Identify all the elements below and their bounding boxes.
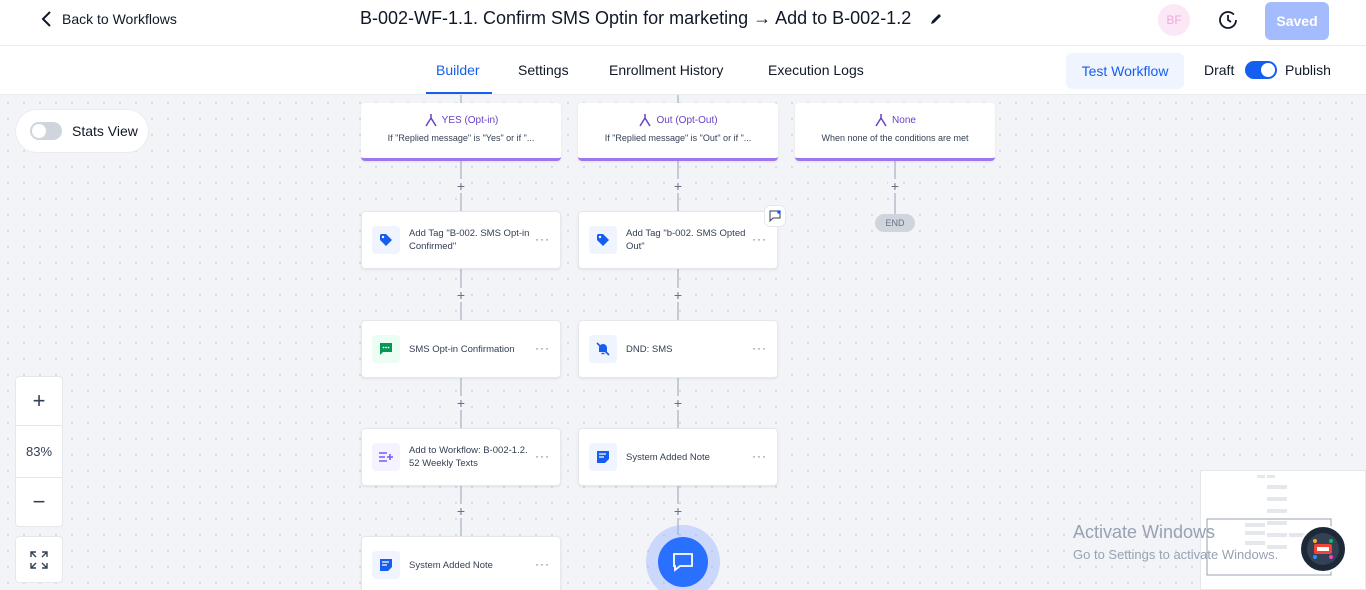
branch-desc: When none of the conditions are met: [821, 133, 969, 143]
branch-title: None: [795, 113, 995, 127]
node-label: Add Tag "b-002. SMS Opted Out": [626, 228, 746, 252]
chat-bubble-icon: [673, 553, 693, 572]
add-step-plus-icon[interactable]: +: [454, 288, 468, 302]
node-label: System Added Note: [626, 451, 710, 463]
node-label: Add Tag "B-002. SMS Opt-in Confirmed": [409, 228, 530, 252]
test-workflow-button[interactable]: Test Workflow: [1066, 53, 1184, 89]
split-icon: [875, 114, 887, 127]
pencil-icon[interactable]: [929, 12, 943, 26]
end-node: END: [875, 214, 915, 232]
sub-bar: Builder Settings Enrollment History Exec…: [0, 46, 1366, 95]
more-options-icon[interactable]: ···: [535, 232, 550, 246]
branch-title: Out (Opt-Out): [578, 113, 778, 127]
note-icon: [372, 551, 400, 579]
more-options-icon[interactable]: ···: [752, 341, 767, 355]
more-options-icon[interactable]: ···: [752, 449, 767, 463]
note-icon: [589, 443, 617, 471]
widget-logo-icon: [1307, 533, 1339, 565]
add-step-plus-icon[interactable]: +: [671, 179, 685, 193]
zoom-out-button[interactable]: −: [16, 478, 62, 526]
avatar[interactable]: BF: [1158, 4, 1190, 36]
stats-view-toggle[interactable]: Stats View: [15, 109, 149, 153]
node-label: Add to Workflow: B-002-1.2. 52 Weekly Te…: [409, 445, 528, 469]
fit-view-button[interactable]: [15, 536, 63, 583]
branch-title: YES (Opt-in): [361, 113, 561, 127]
more-options-icon[interactable]: ···: [752, 232, 767, 246]
add-step-plus-icon[interactable]: +: [671, 504, 685, 518]
more-options-icon[interactable]: ···: [535, 449, 550, 463]
tag-icon: [372, 226, 400, 254]
action-node[interactable]: Add Tag "b-002. SMS Opted Out" ···: [578, 211, 778, 269]
minimap-preview: [1206, 475, 1332, 576]
action-node[interactable]: Add Tag "B-002. SMS Opt-in Confirmed" ··…: [361, 211, 561, 269]
activate-windows-title: Activate Windows: [1073, 522, 1216, 542]
zoom-level: 83%: [16, 425, 62, 478]
workflow-canvas[interactable]: Stats View YES (Opt-in) If "Replied mess…: [0, 95, 1366, 590]
action-node[interactable]: SMS Opt-in Confirmation ···: [361, 320, 561, 378]
node-label: System Added Note: [409, 559, 493, 571]
draft-label: Draft: [1204, 62, 1235, 78]
workflow-title-text: B-002-WF-1.1. Confirm SMS Optin for mark…: [360, 8, 912, 28]
zoom-in-button[interactable]: +: [16, 377, 62, 425]
branch-title-text: YES (Opt-in): [441, 114, 499, 126]
publish-label: Publish: [1285, 62, 1331, 78]
branch-title-text: None: [892, 114, 916, 126]
add-step-plus-icon[interactable]: +: [454, 396, 468, 410]
back-to-workflows-link[interactable]: Back to Workflows: [40, 10, 177, 28]
publish-toggle[interactable]: [1245, 61, 1277, 79]
workflow-title: B-002-WF-1.1. Confirm SMS Optin for mark…: [360, 8, 943, 29]
comment-icon[interactable]: [764, 205, 786, 227]
zoom-controls: + 83% −: [15, 376, 63, 527]
floating-widget-avatar[interactable]: [1299, 525, 1347, 573]
more-options-icon[interactable]: ···: [535, 341, 550, 355]
history-icon[interactable]: [1217, 9, 1239, 31]
branch-out-opt-out[interactable]: Out (Opt-Out) If "Replied message" is "O…: [578, 103, 778, 161]
activate-windows-subtitle: Go to Settings to activate Windows.: [1073, 547, 1279, 562]
add-to-workflow-icon: [372, 443, 400, 471]
action-node[interactable]: System Added Note ···: [361, 536, 561, 590]
add-step-plus-icon[interactable]: +: [888, 179, 902, 193]
chat-button[interactable]: [658, 537, 708, 587]
tag-icon: [589, 226, 617, 254]
sms-icon: [372, 335, 400, 363]
tab-settings[interactable]: Settings: [518, 62, 569, 78]
add-step-plus-icon[interactable]: +: [671, 288, 685, 302]
tab-enrollment-history[interactable]: Enrollment History: [609, 62, 723, 78]
add-step-plus-icon[interactable]: +: [454, 179, 468, 193]
tab-execution-logs[interactable]: Execution Logs: [768, 62, 864, 78]
node-label: SMS Opt-in Confirmation: [409, 343, 515, 355]
stats-view-label: Stats View: [72, 123, 138, 139]
node-label: DND: SMS: [626, 343, 673, 355]
active-tab-indicator: [426, 92, 492, 94]
action-node[interactable]: DND: SMS ···: [578, 320, 778, 378]
chevron-left-icon: [41, 11, 51, 27]
branch-desc: If "Replied message" is "Out" or if "...: [604, 133, 752, 143]
branch-yes-opt-in[interactable]: YES (Opt-in) If "Replied message" is "Ye…: [361, 103, 561, 161]
branch-none[interactable]: None When none of the conditions are met: [795, 103, 995, 161]
add-step-plus-icon[interactable]: +: [454, 504, 468, 518]
branch-title-text: Out (Opt-Out): [656, 114, 718, 126]
bell-off-icon: [589, 335, 617, 363]
more-options-icon[interactable]: ···: [535, 557, 550, 571]
stats-switch[interactable]: [30, 122, 62, 140]
top-bar: Back to Workflows B-002-WF-1.1. Confirm …: [0, 0, 1366, 46]
expand-icon: [30, 550, 48, 569]
add-step-plus-icon[interactable]: +: [671, 396, 685, 410]
split-icon: [425, 114, 437, 127]
action-node[interactable]: System Added Note ···: [578, 428, 778, 486]
split-icon: [639, 114, 652, 127]
back-label: Back to Workflows: [62, 11, 177, 27]
minimap[interactable]: [1200, 470, 1366, 590]
branch-desc: If "Replied message" is "Yes" or if "...: [387, 133, 535, 143]
action-node[interactable]: Add to Workflow: B-002-1.2. 52 Weekly Te…: [361, 428, 561, 486]
tab-builder[interactable]: Builder: [436, 62, 480, 78]
saved-button[interactable]: Saved: [1265, 2, 1329, 40]
